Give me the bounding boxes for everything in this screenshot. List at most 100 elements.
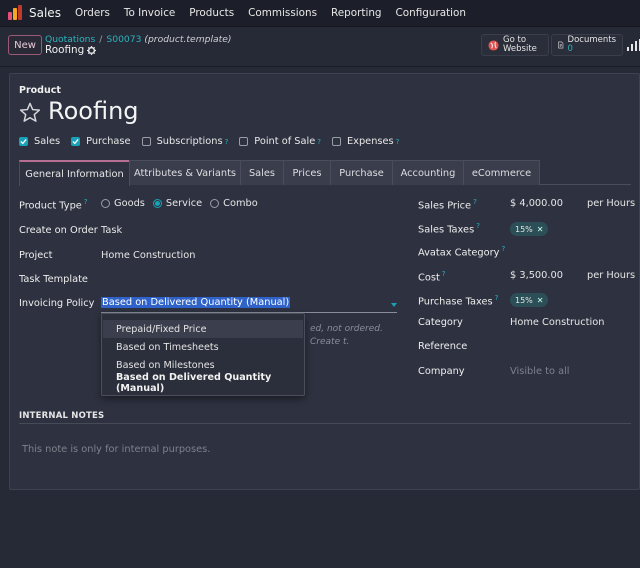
breadcrumb-model: (product.template) <box>144 34 232 45</box>
purchase-taxes-label: Purchase Taxes? <box>418 294 498 307</box>
app-name[interactable]: Sales <box>29 6 61 20</box>
invoicing-policy-hint: ed, not ordered. Create t. <box>310 324 383 347</box>
checkbox-point-of-sale[interactable]: Point of Sale? <box>239 136 321 147</box>
menu-configuration[interactable]: Configuration <box>389 7 473 19</box>
sales-taxes-label: Sales Taxes? <box>418 222 480 235</box>
radio-goods-label: Goods <box>114 198 145 209</box>
help-tooltip-icon[interactable]: ? <box>442 270 446 278</box>
create-on-order-label: Create on Order <box>19 225 98 236</box>
company-label: Company <box>418 366 465 377</box>
tab-attributes-variants[interactable]: Attributes & Variants <box>129 160 241 185</box>
document-icon <box>558 41 564 49</box>
purchase-taxes-label-text: Purchase Taxes <box>418 296 493 308</box>
checkbox-pos-label: Point of Sale <box>254 136 316 147</box>
radio-combo-label: Combo <box>223 198 258 209</box>
tab-ecommerce[interactable]: eCommerce <box>463 160 540 185</box>
checkbox-expenses-label: Expenses <box>346 136 394 147</box>
radio-combo[interactable]: Combo <box>210 198 258 209</box>
top-navbar: Sales Orders To Invoice Products Commiss… <box>0 0 640 27</box>
category-label: Category <box>418 317 463 328</box>
avatax-category-label: Avatax Category? <box>418 245 505 258</box>
menu-to-invoice[interactable]: To Invoice <box>117 7 182 19</box>
cost-field[interactable]: $ 3,500.00 <box>510 270 563 281</box>
task-template-field[interactable] <box>101 274 221 286</box>
breadcrumb-separator: / <box>99 34 103 45</box>
menu-commissions[interactable]: Commissions <box>241 7 324 19</box>
radio-goods[interactable]: Goods <box>101 198 145 209</box>
category-field[interactable]: Home Construction <box>510 317 604 328</box>
dropdown-caret-icon[interactable] <box>391 303 397 307</box>
option-based-on-timesheets[interactable]: Based on Timesheets <box>103 338 303 356</box>
star-icon[interactable] <box>19 102 41 123</box>
invoicing-policy-value[interactable]: Based on Delivered Quantity (Manual) <box>101 297 291 308</box>
checkbox-unchecked-icon[interactable] <box>141 137 151 146</box>
remove-tag-icon[interactable]: ✕ <box>537 225 544 234</box>
option-based-on-delivered-quantity[interactable]: Based on Delivered Quantity (Manual) <box>103 372 303 394</box>
menu-reporting[interactable]: Reporting <box>324 7 389 19</box>
sales-tax-tag[interactable]: 15% ✕ <box>510 222 549 236</box>
task-template-label: Task Template <box>19 274 88 285</box>
reference-field[interactable] <box>510 341 625 353</box>
tab-accounting[interactable]: Accounting <box>392 160 464 185</box>
help-tooltip-icon[interactable]: ? <box>501 245 505 253</box>
breadcrumb-order[interactable]: S00073 <box>106 34 141 45</box>
checkbox-unchecked-icon[interactable] <box>331 137 341 146</box>
checkbox-sales[interactable]: Sales <box>19 136 60 147</box>
sales-price-field[interactable]: $ 4,000.00 <box>510 198 563 209</box>
website-line2: Website <box>503 44 537 54</box>
tab-general-information[interactable]: General Information <box>19 160 130 186</box>
radio-service[interactable]: Service <box>152 198 202 209</box>
create-on-order-field[interactable]: Task <box>101 225 122 236</box>
menu-products[interactable]: Products <box>182 7 241 19</box>
cost-label: Cost? <box>418 270 446 283</box>
checkbox-subscriptions-label: Subscriptions <box>156 136 223 147</box>
sales-taxes-label-text: Sales Taxes <box>418 224 475 236</box>
avatax-category-field[interactable] <box>510 245 625 257</box>
option-prepaid-fixed-price[interactable]: Prepaid/Fixed Price <box>103 320 303 338</box>
sales-app-icon[interactable] <box>7 5 23 21</box>
checkbox-checked-icon[interactable] <box>71 137 81 146</box>
gear-icon[interactable] <box>87 45 97 55</box>
project-field[interactable]: Home Construction <box>101 250 195 261</box>
invoicing-policy-dropdown: Prepaid/Fixed Price Based on Timesheets … <box>101 313 305 396</box>
cost-label-text: Cost <box>418 272 440 284</box>
invoicing-policy-select[interactable]: Based on Delivered Quantity (Manual) <box>101 297 397 313</box>
checkbox-checked-icon[interactable] <box>19 137 28 146</box>
checkbox-purchase[interactable]: Purchase <box>71 136 131 147</box>
help-tooltip-icon[interactable]: ? <box>476 222 480 230</box>
cost-unit: per Hours <box>587 270 636 281</box>
help-tooltip-icon[interactable]: ? <box>225 138 229 146</box>
checkbox-expenses[interactable]: Expenses? <box>331 136 400 147</box>
radio-unselected-icon[interactable] <box>210 199 220 208</box>
help-tooltip-icon[interactable]: ? <box>84 198 88 206</box>
product-name-field[interactable]: Roofing <box>48 97 139 125</box>
internal-notes-field[interactable]: This note is only for internal purposes. <box>22 444 210 455</box>
remove-tag-icon[interactable]: ✕ <box>537 296 544 305</box>
go-to-website-button[interactable]: Go to Website <box>481 34 549 56</box>
help-tooltip-icon[interactable]: ? <box>473 198 477 206</box>
product-label: Product <box>19 85 61 96</box>
company-field[interactable]: Visible to all <box>510 366 570 377</box>
checkbox-unchecked-icon[interactable] <box>239 137 249 146</box>
record-title: Roofing <box>45 44 97 56</box>
tab-purchase[interactable]: Purchase <box>330 160 393 185</box>
product-type-label-text: Product Type <box>19 200 82 212</box>
sales-price-label-text: Sales Price <box>418 200 472 212</box>
globe-icon <box>488 39 499 51</box>
documents-button[interactable]: Documents 0 <box>551 34 623 56</box>
notes-divider <box>19 423 631 424</box>
checkbox-subscriptions[interactable]: Subscriptions? <box>141 136 229 147</box>
help-tooltip-icon[interactable]: ? <box>495 294 499 302</box>
tab-sales[interactable]: Sales <box>240 160 284 185</box>
control-panel: New Quotations / S00073 (product.template)… <box>0 27 640 67</box>
new-button[interactable]: New <box>8 35 42 55</box>
radio-selected-icon[interactable] <box>152 199 162 208</box>
bar-chart-icon[interactable] <box>627 39 640 51</box>
help-tooltip-icon[interactable]: ? <box>317 138 321 146</box>
radio-unselected-icon[interactable] <box>101 199 110 208</box>
purchase-tax-tag[interactable]: 15% ✕ <box>510 293 549 307</box>
tab-prices[interactable]: Prices <box>283 160 331 185</box>
help-tooltip-icon[interactable]: ? <box>396 138 400 146</box>
menu-orders[interactable]: Orders <box>68 7 117 19</box>
reference-label: Reference <box>418 341 468 352</box>
